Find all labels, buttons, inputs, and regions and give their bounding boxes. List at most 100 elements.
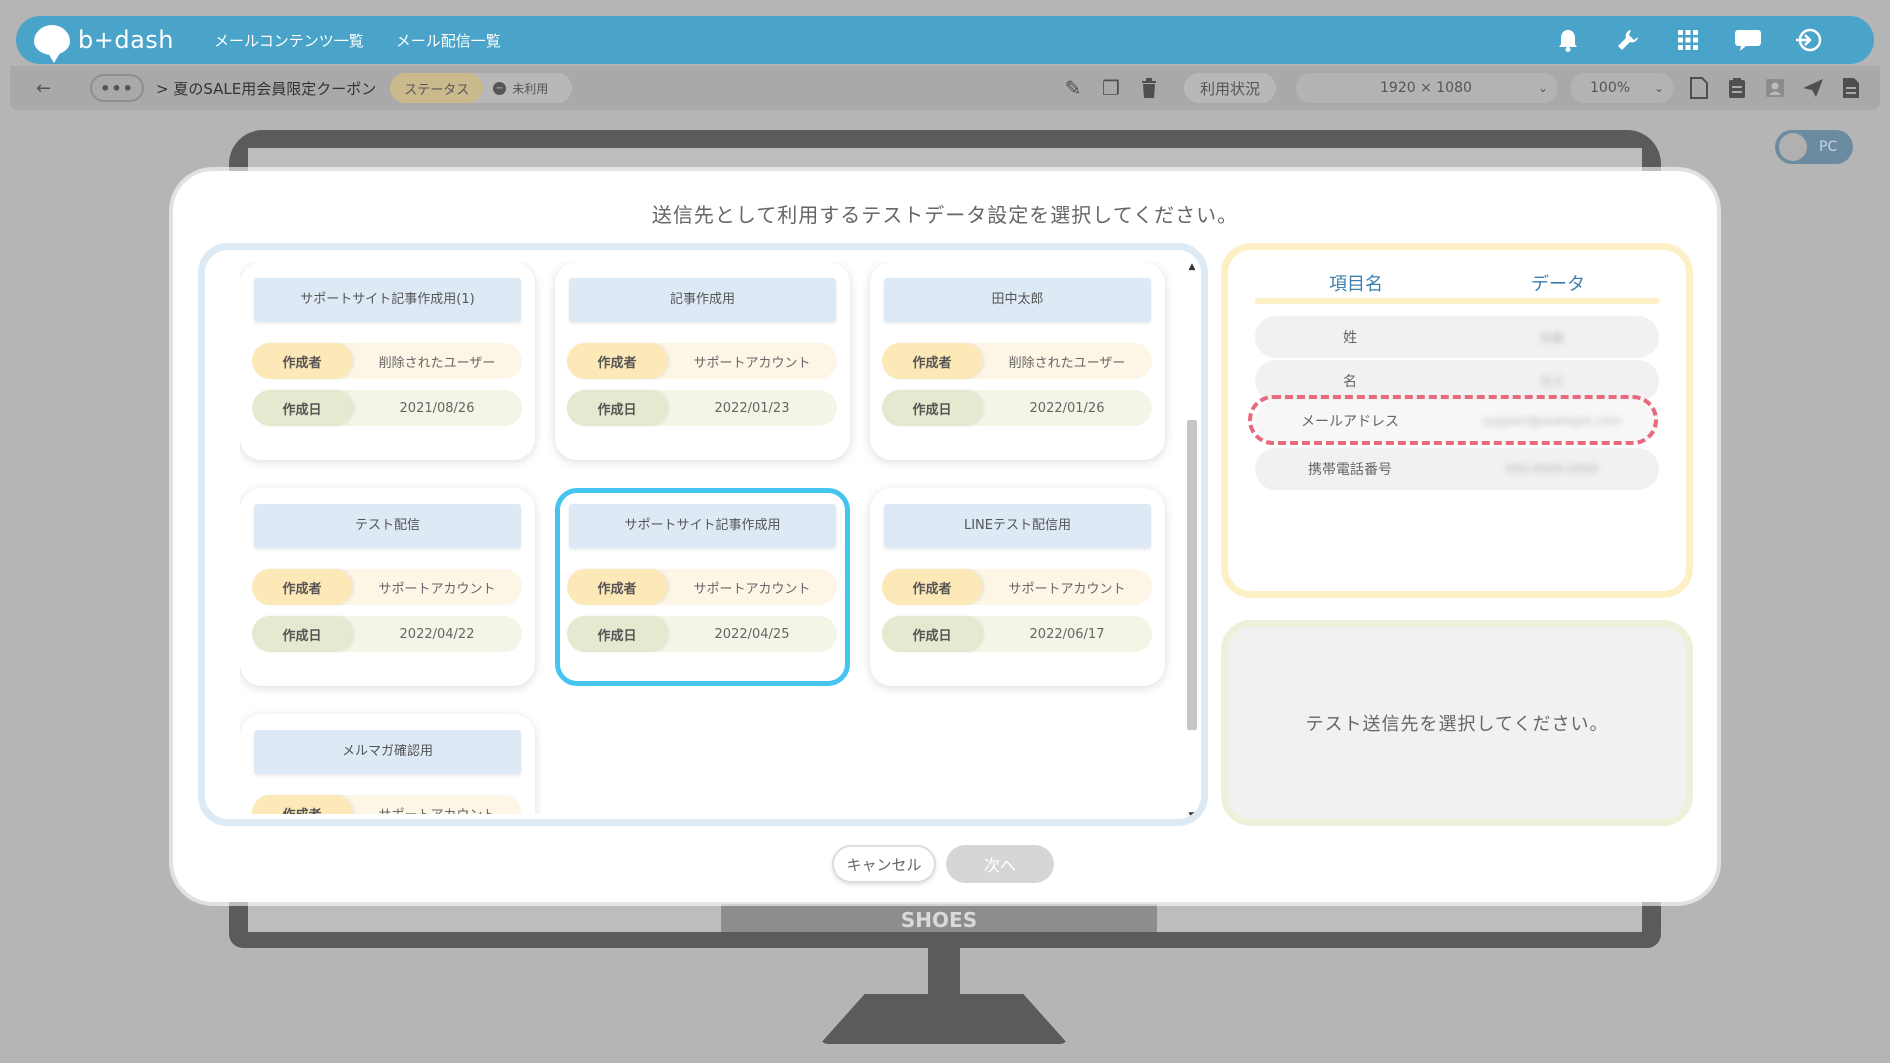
card-date-row: 作成日 2022/04/22 — [252, 616, 522, 652]
breadcrumb: > 夏のSALE用会員限定クーポン — [156, 79, 377, 98]
date-label: 作成日 — [567, 390, 667, 426]
modal-title: 送信先として利用するテストデータ設定を選択してください。 — [651, 203, 1239, 227]
test-data-card[interactable]: メルマガ確認用作成者サポートアカウント作成日 — [240, 714, 535, 814]
status-group: ステータス − 未利用 — [390, 73, 573, 103]
data-row-value: 090-0000-0000 — [1505, 462, 1599, 476]
nav-mail-delivery[interactable]: メール配信一覧 — [396, 30, 501, 51]
editor-toolbar: ← ••• > 夏のSALE用会員限定クーポン ステータス − 未利用 ✎ ❐ … — [10, 66, 1880, 110]
card-author-row: 作成者 削除されたユーザー — [882, 343, 1152, 379]
author-label: 作成者 — [567, 343, 667, 379]
card-date-row: 作成日 2022/04/25 — [567, 616, 837, 652]
app-header: b+dash メールコンテンツ一覧 メール配信一覧 — [16, 16, 1874, 64]
test-data-card[interactable]: サポートサイト記事作成用 作成者 サポートアカウント 作成日 2022/04/25 — [555, 488, 850, 686]
date-label: 作成日 — [567, 616, 667, 652]
copy-icon[interactable]: ❐ — [1098, 75, 1124, 101]
card-date-row: 作成日 2022/01/26 — [882, 390, 1152, 426]
test-data-card[interactable]: テスト配信作成者 サポートアカウント 作成日 2022/04/22 — [240, 488, 535, 686]
date-label: 作成日 — [252, 616, 352, 652]
chevron-down-icon: ⌄ — [1653, 81, 1664, 95]
resolution-value: 1920 × 1080 — [1380, 80, 1472, 96]
bell-icon[interactable] — [1552, 24, 1584, 56]
grid-icon[interactable] — [1672, 24, 1704, 56]
author-value: 削除されたユーザー — [1008, 355, 1126, 371]
data-row-key: 携帯電話番号 — [1308, 462, 1392, 478]
author-label: 作成者 — [882, 569, 982, 605]
test-data-card[interactable]: 田中太郎作成者 削除されたユーザー作成日 2022/01/26 — [870, 262, 1165, 460]
test-data-card[interactable]: サポートサイト記事作成用(1) 作成者 削除されたユーザー 作成日 2021/08/26 — [240, 262, 535, 460]
minus-circle-icon: − — [493, 81, 507, 95]
data-table-header: 項目名 データ — [1255, 270, 1659, 304]
date-value: 2022/01/26 — [1029, 400, 1105, 416]
trash-icon[interactable] — [1136, 75, 1162, 101]
chat-icon[interactable] — [1732, 24, 1764, 56]
test-data-list-panel: サポートサイト記事作成用(1) 作成者 削除されたユーザー 作成日 2021/08/26… — [198, 243, 1208, 826]
author-label: 作成者 — [567, 569, 667, 605]
date-value: 2022/06/17 — [1029, 626, 1105, 642]
test-data-card[interactable]: 記事作成用作成者 サポートアカウント作成日 2022/01/23 — [555, 262, 850, 460]
data-row-value: 花子 — [1539, 374, 1564, 389]
card-title: メルマガ確認用 — [254, 730, 521, 774]
resolution-select[interactable]: 1920 × 1080 ⌄ — [1296, 73, 1558, 103]
zoom-value: 100% — [1590, 80, 1631, 96]
card-author-row: 作成者 サポートアカウント — [567, 343, 837, 379]
author-value: サポートアカウント — [693, 355, 811, 371]
document-icon[interactable] — [1838, 75, 1864, 101]
card-title: 田中太郎 — [884, 278, 1151, 322]
test-data-list: サポートサイト記事作成用(1) 作成者 削除されたユーザー 作成日 2021/08/26… — [240, 262, 1175, 814]
monitor-stand-base — [820, 994, 1068, 1044]
scroll-down-icon[interactable]: ▼ — [1185, 811, 1199, 819]
scroll-thumb[interactable] — [1187, 420, 1197, 730]
card-author-row: 作成者 サポートアカウント — [567, 569, 837, 605]
more-button[interactable]: ••• — [90, 74, 144, 102]
date-value: 2022/04/25 — [714, 626, 790, 642]
chevron-down-icon: ⌄ — [1537, 81, 1548, 95]
user-card-icon[interactable] — [1762, 75, 1788, 101]
logo-bubble-icon — [34, 25, 70, 63]
send-icon[interactable] — [1800, 75, 1826, 101]
author-label: 作成者 — [252, 795, 352, 814]
nav-mail-contents[interactable]: メールコンテンツ一覧 — [214, 30, 364, 51]
author-value: 削除されたユーザー — [378, 355, 496, 371]
edit-icon[interactable]: ✎ — [1060, 75, 1086, 101]
author-value: サポートアカウント — [1008, 581, 1126, 597]
logo-text: b+dash — [78, 26, 174, 54]
date-label: 作成日 — [882, 616, 982, 652]
next-button[interactable]: 次へ — [946, 845, 1054, 883]
logo[interactable]: b+dash — [34, 25, 174, 63]
card-title: サポートサイト記事作成用(1) — [254, 278, 521, 322]
card-title: テスト配信 — [254, 504, 521, 548]
preview-banner: SHOES — [721, 904, 1157, 932]
status-label: ステータス — [390, 73, 484, 103]
author-value: サポートアカウント — [693, 581, 811, 597]
device-label: PC — [1819, 139, 1838, 155]
column-data: データ — [1531, 274, 1585, 295]
column-item-name: 項目名 — [1329, 274, 1383, 295]
scroll-up-icon[interactable]: ▲ — [1185, 262, 1199, 274]
test-data-detail-panel: 項目名 データ 姓 佐藤 名 花子 メールアドレス support@exampl… — [1221, 243, 1693, 598]
device-toggle[interactable]: PC — [1775, 130, 1853, 164]
card-author-row: 作成者サポートアカウント — [252, 795, 522, 814]
test-data-card[interactable]: LINEテスト配信用 作成者 サポートアカウント 作成日 2022/06/17 — [870, 488, 1165, 686]
data-row: 姓 佐藤 — [1255, 316, 1659, 358]
html-file-icon[interactable] — [1686, 75, 1712, 101]
wrench-icon[interactable] — [1612, 24, 1644, 56]
data-row-key: 姓 — [1343, 330, 1357, 346]
card-date-row: 作成日 2021/08/26 — [252, 390, 522, 426]
zoom-select[interactable]: 100% ⌄ — [1570, 73, 1674, 103]
card-author-row: 作成者 削除されたユーザー — [252, 343, 522, 379]
test-data-select-modal: 送信先として利用するテストデータ設定を選択してください。 サポートサイト記事作成… — [173, 171, 1717, 902]
card-title: 記事作成用 — [569, 278, 836, 322]
card-author-row: 作成者サポートアカウント — [252, 569, 522, 605]
data-row: 携帯電話番号 090-0000-0000 — [1255, 448, 1659, 490]
logout-icon[interactable] — [1792, 24, 1824, 56]
usage-button[interactable]: 利用状況 — [1183, 73, 1276, 103]
date-label: 作成日 — [882, 390, 982, 426]
card-date-row: 作成日 2022/01/23 — [567, 390, 837, 426]
clipboard-icon[interactable] — [1724, 75, 1750, 101]
list-scrollbar[interactable]: ▲ ▼ — [1185, 260, 1199, 819]
select-recipient-message: テスト送信先を選択してください。 — [1305, 714, 1609, 735]
date-value: 2022/04/22 — [399, 626, 475, 642]
cancel-button[interactable]: キャンセル — [832, 845, 936, 883]
back-arrow-icon[interactable]: ← — [36, 78, 60, 99]
author-label: 作成者 — [882, 343, 982, 379]
